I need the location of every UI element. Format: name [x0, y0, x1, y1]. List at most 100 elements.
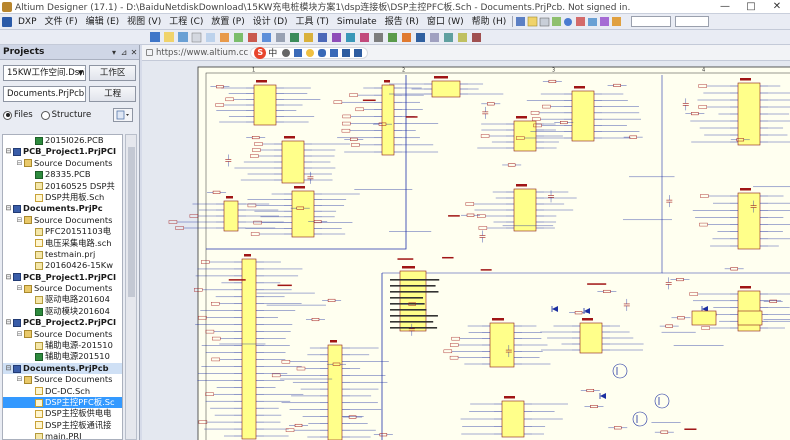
menu-reports[interactable]: 报告 (R) [381, 14, 423, 30]
project-button[interactable]: 工程 [89, 86, 136, 102]
tree-expander-icon[interactable]: ⊟ [16, 329, 23, 340]
tree-folder-item[interactable]: ⊟ Source Documents [3, 374, 122, 385]
panel-pin-icon[interactable]: ⊿ [119, 48, 129, 57]
tree-file-item[interactable]: DC-DC.Sch [3, 386, 122, 397]
menu-tools[interactable]: 工具 (T) [292, 14, 333, 30]
menu-project[interactable]: 工程 (C) [165, 14, 207, 30]
document-file-icon [35, 261, 43, 270]
ime-mic-icon[interactable] [318, 48, 327, 57]
tree-item-label: PFC20151103电 [45, 226, 112, 237]
ime-language-toggle[interactable]: 中 [268, 46, 277, 59]
tree-file-item[interactable]: 驱动模块201604 [3, 306, 122, 317]
pcb-file-icon [35, 307, 43, 316]
tree-project-item[interactable]: ⊟ Documents.PrjPc [3, 203, 122, 214]
title-bar: Altium Designer (17.1) - D:\BaiduNetdisk… [0, 0, 790, 14]
ime-toolbar[interactable]: S 中 [250, 46, 369, 59]
tree-expander-icon[interactable]: ⊟ [16, 283, 23, 294]
tree-folder-item[interactable]: ⊟ Source Documents [3, 158, 122, 169]
tree-file-item[interactable]: DSP主控板供电电 [3, 408, 122, 419]
panel-close-icon[interactable]: ✕ [129, 48, 139, 57]
tree-item-label: Documents.PrjPcb [23, 362, 109, 373]
tree-expander-icon[interactable]: ⊟ [5, 363, 12, 374]
tree-folder-item[interactable]: ⊟ Source Documents [3, 329, 122, 340]
tree-file-item[interactable]: DSP共用板.Sch [3, 192, 122, 203]
tree-expander-icon[interactable]: ⊟ [5, 272, 12, 283]
menu-edit[interactable]: 编辑 (E) [82, 14, 124, 30]
menu-simulate[interactable]: Simulate [333, 14, 381, 30]
ime-keyboard-icon[interactable] [330, 48, 339, 57]
ruler-label: 4 [702, 68, 705, 74]
ime-skin-icon[interactable] [342, 48, 351, 57]
workspace-combo[interactable]: 15KW工作空间.DsnW ▼ [3, 65, 87, 81]
tree-file-item[interactable]: 电压采集电路.sch [3, 238, 122, 249]
project-icon [13, 205, 21, 214]
project-combo[interactable]: Documents.PrjPcb [3, 86, 87, 102]
menu-design[interactable]: 设计 (D) [249, 14, 292, 30]
maximize-button[interactable]: □ [738, 0, 764, 14]
tree-file-item[interactable]: main.PRJ [3, 431, 122, 439]
tree-file-item[interactable]: 辅助电源-201510 [3, 340, 122, 351]
tree-expander-icon[interactable]: ⊟ [16, 215, 23, 226]
sogou-ime-icon[interactable]: S [254, 46, 267, 59]
tree-expander-icon[interactable]: ⊟ [5, 146, 12, 157]
document-file-icon [35, 250, 43, 259]
workspace-button[interactable]: 工作区 [89, 65, 136, 81]
url-text[interactable]: https://www.altium.cc [156, 48, 248, 58]
tree-file-item[interactable]: 驱动电路201604 [3, 294, 122, 305]
tree-project-item[interactable]: ⊟ PCB_Project1.PrjPCI [3, 272, 122, 283]
schematic-drawing[interactable]: 1 2 3 4 [142, 61, 790, 440]
menu-file[interactable]: 文件 (F) [41, 14, 82, 30]
tree-file-item[interactable]: DSP主控PFC板.Sc [3, 396, 122, 409]
menu-help[interactable]: 帮助 (H) [468, 14, 511, 30]
tree-project-item[interactable]: ⊟ PCB_Project2.PrjPCI [3, 317, 122, 328]
menu-place[interactable]: 放置 (P) [207, 14, 248, 30]
tree-project-item[interactable]: ⊟ PCB_Project1.PrjPCI [3, 146, 122, 157]
tree-file-item[interactable]: PFC20151103电 [3, 226, 122, 237]
ruler-label: 2 [402, 68, 405, 74]
radio-structure[interactable] [40, 110, 50, 120]
tree-expander-icon[interactable]: ⊟ [5, 317, 12, 328]
toolbar-row[interactable] [0, 30, 790, 45]
window-title: Altium Designer (17.1) - D:\BaiduNetdisk… [15, 3, 631, 13]
ic-component [253, 84, 277, 126]
close-button[interactable]: ✕ [764, 0, 790, 14]
toolbar-combo-2[interactable] [675, 16, 710, 27]
ime-grid-icon[interactable] [354, 48, 363, 57]
minimize-button[interactable]: — [712, 0, 738, 14]
toolbar-combo[interactable] [631, 16, 672, 27]
menu-view[interactable]: 视图 (V) [123, 14, 165, 30]
tree-file-item[interactable]: 辅助电源201510 [3, 351, 122, 362]
tree-item-label: Source Documents [34, 328, 113, 339]
folder-icon [24, 330, 32, 339]
scrollbar-thumb[interactable] [128, 147, 135, 297]
menu-window[interactable]: 窗口 (W) [423, 14, 468, 30]
ime-moon-icon[interactable] [282, 48, 291, 57]
pcb-file-icon [35, 136, 43, 145]
ime-punct-icon[interactable] [294, 48, 303, 57]
tree-folder-item[interactable]: ⊟ Source Documents [3, 215, 122, 226]
ic-component [501, 400, 525, 438]
tree-project-item[interactable]: ⊟ Documents.PrjPcb [3, 362, 122, 375]
radio-files[interactable] [3, 110, 12, 120]
tree-expander-icon[interactable]: ⊟ [16, 158, 23, 169]
tree-folder-item[interactable]: ⊟ Source Documents [3, 283, 122, 294]
panel-menu-icon[interactable]: ▾ [109, 48, 119, 57]
ime-emoji-icon[interactable] [306, 48, 315, 57]
panel-options-button[interactable] [113, 108, 133, 122]
document-file-icon [35, 296, 43, 305]
tree-file-item[interactable]: 20160426-15Kw [3, 260, 122, 271]
project-tree[interactable]: 2015I026.PCB ⊟ PCB_Project1.PrjPCI ⊟ Source … [2, 134, 123, 440]
tree-expander-icon[interactable]: ⊟ [5, 203, 12, 214]
tree-expander-icon[interactable]: ⊟ [16, 374, 23, 385]
tree-file-item[interactable]: testmain.prj [3, 249, 122, 260]
tree-item-label: 2015I026.PCB [45, 135, 104, 145]
tree-file-item[interactable]: 2015I026.PCB [3, 135, 122, 146]
tree-scrollbar[interactable] [125, 134, 137, 440]
tree-file-item[interactable]: DSP主控板通讯接 [3, 420, 122, 431]
schematic-canvas[interactable]: 1 2 3 4 [142, 61, 790, 440]
toolbar-icons[interactable] [515, 16, 627, 28]
tree-file-item[interactable]: 28335.PCB [3, 169, 122, 180]
menu-dxp[interactable]: DXP [14, 14, 41, 30]
tree-file-item[interactable]: 20160525 DSP共 [3, 181, 122, 192]
ic-component [579, 322, 603, 354]
